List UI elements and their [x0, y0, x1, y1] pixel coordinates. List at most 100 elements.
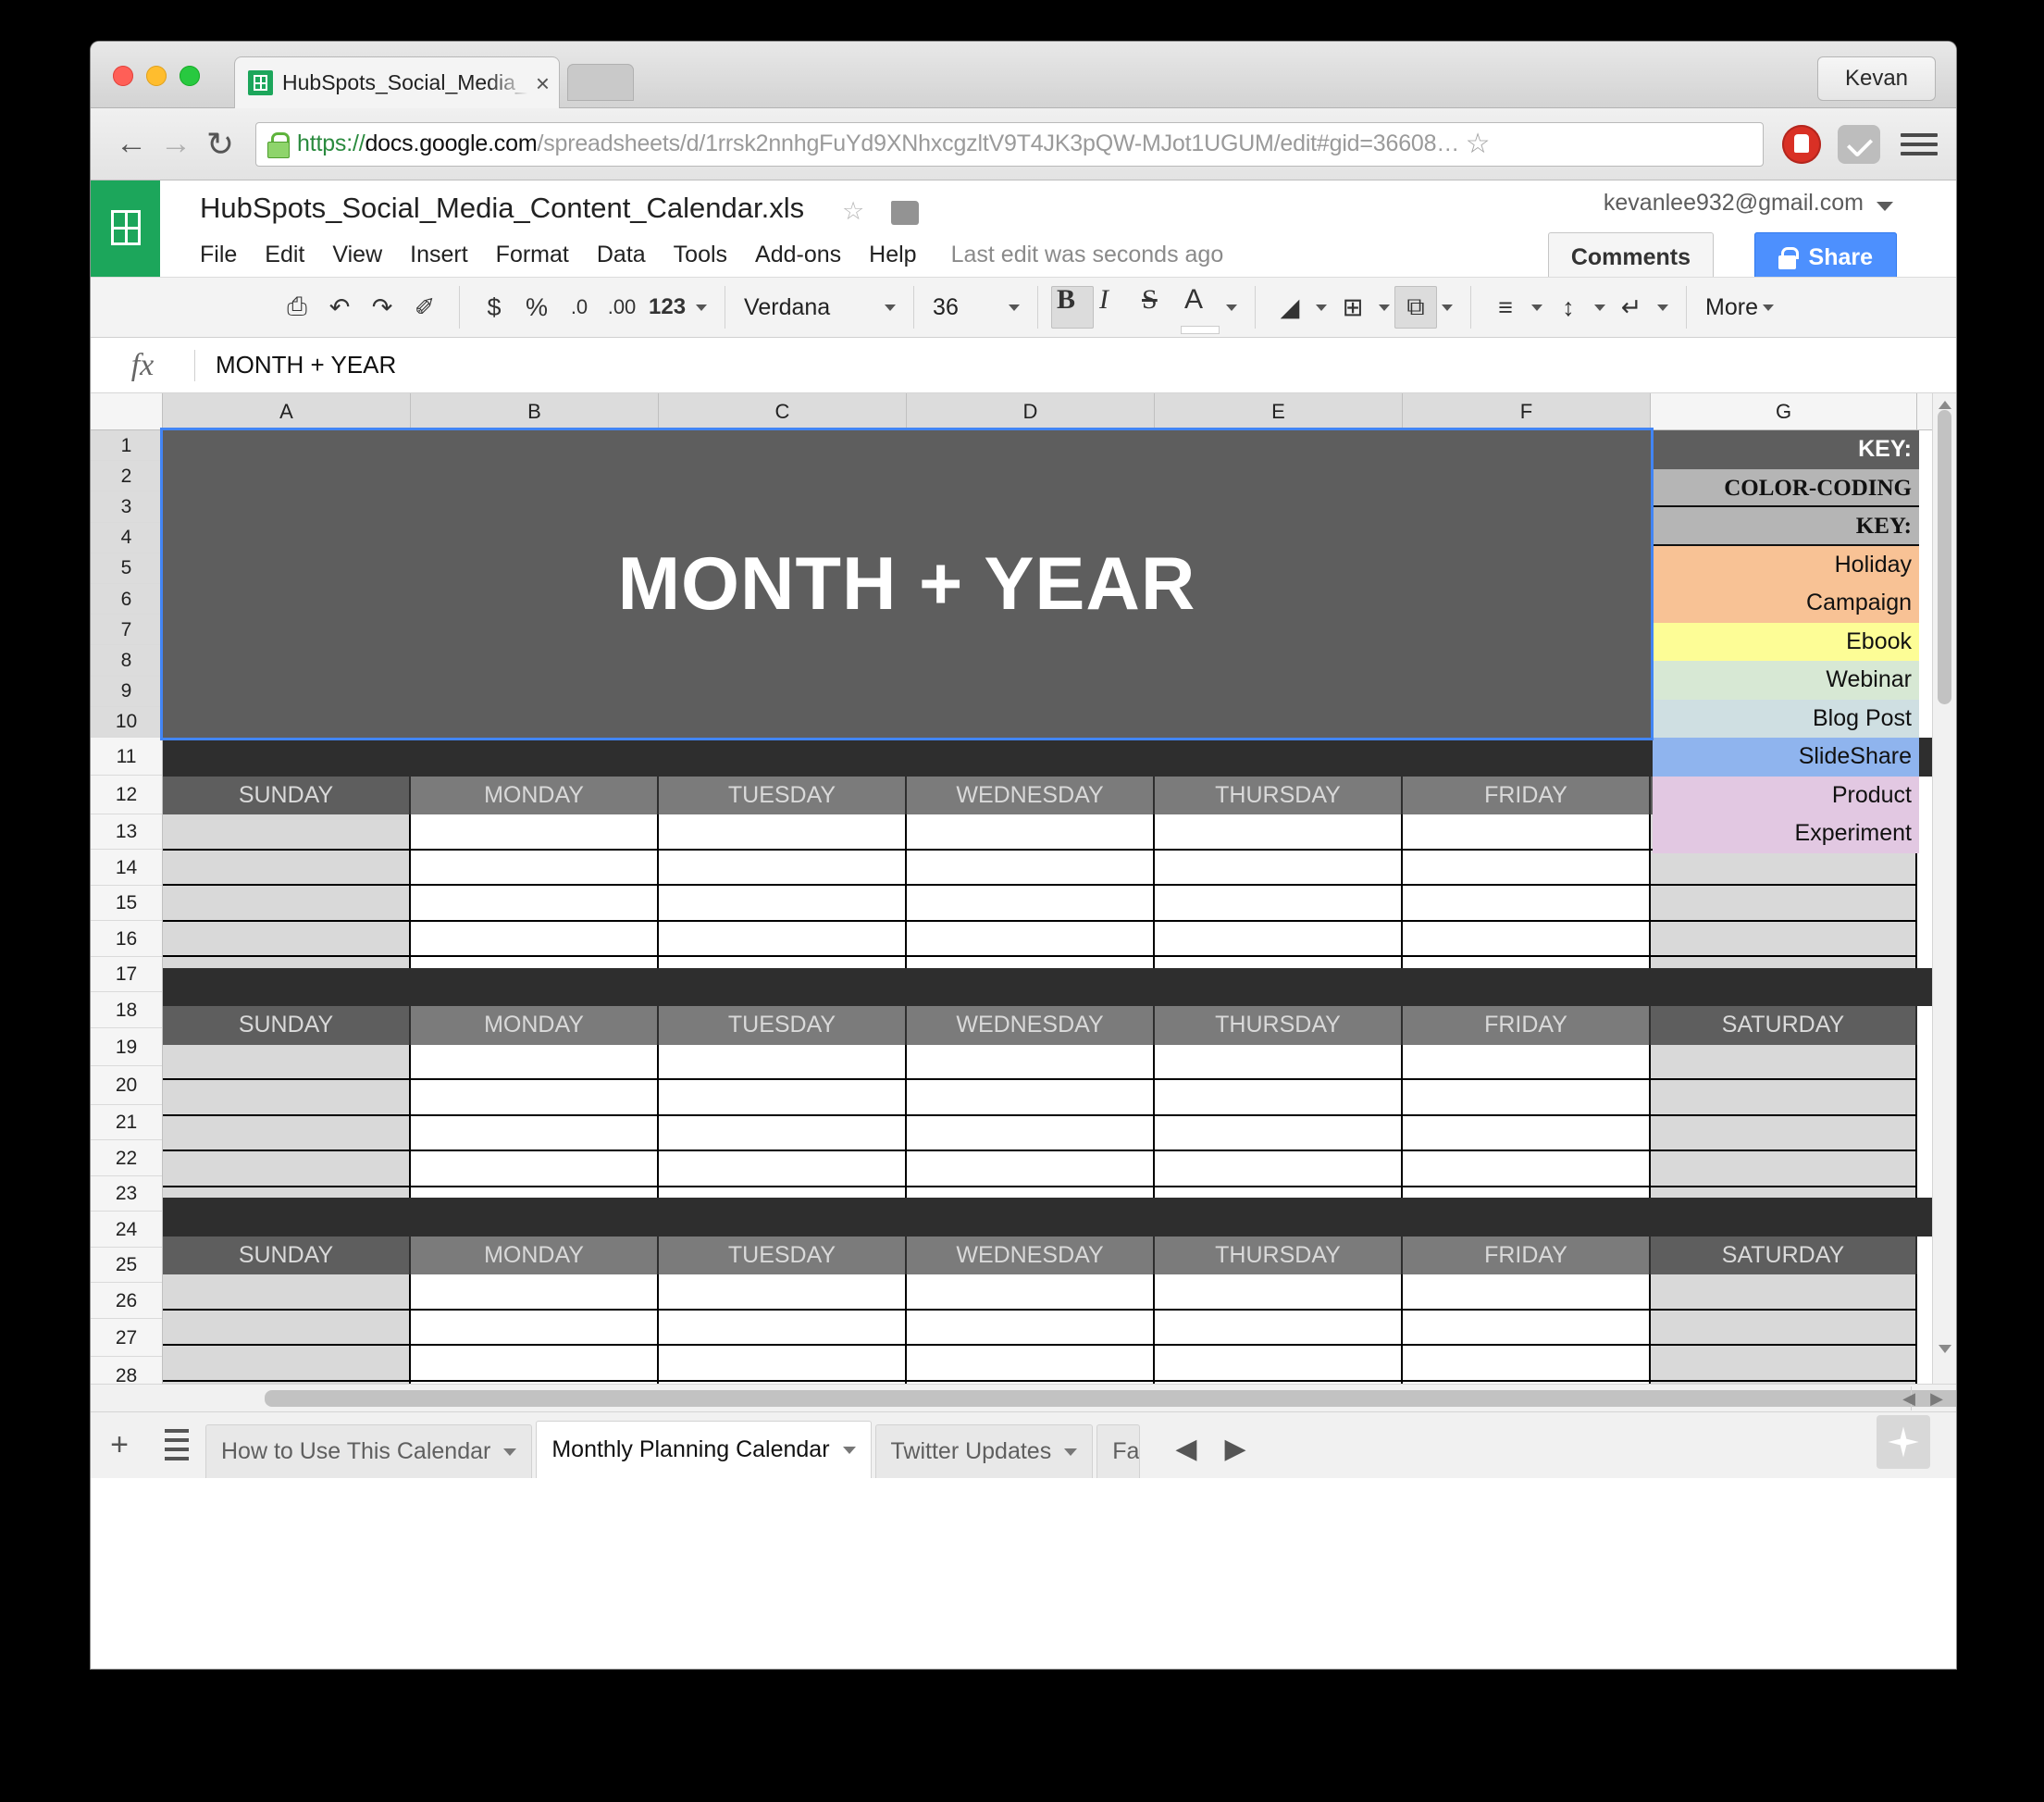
print-icon[interactable]: ⎙	[276, 286, 318, 329]
column-header-b[interactable]: B	[411, 393, 659, 429]
row-header-23[interactable]: 23	[91, 1175, 162, 1212]
day-header-friday[interactable]: FRIDAY	[1403, 1006, 1651, 1045]
font-family-select[interactable]: Verdana	[738, 286, 900, 329]
menu-addons[interactable]: Add-ons	[741, 238, 855, 272]
calendar-cell[interactable]	[1403, 1044, 1651, 1080]
horizontal-align-icon[interactable]: ≡	[1484, 286, 1527, 329]
horizontal-scroll-thumb[interactable]	[265, 1390, 1956, 1407]
key-row-3[interactable]: Holiday	[1653, 545, 1919, 584]
calendar-cell[interactable]	[1651, 1346, 1917, 1382]
day-header-tuesday[interactable]: TUESDAY	[659, 776, 907, 814]
calendar-cell[interactable]	[659, 921, 907, 957]
day-header-wednesday[interactable]: WEDNESDAY	[907, 1006, 1155, 1045]
address-bar[interactable]: https://docs.google.com/spreadsheets/d/1…	[255, 121, 1764, 167]
day-header-sunday[interactable]: SUNDAY	[163, 1236, 411, 1274]
menu-insert[interactable]: Insert	[396, 238, 482, 272]
more-formats-icon[interactable]: 123	[643, 286, 691, 329]
new-tab-button[interactable]	[567, 64, 634, 101]
borders-chevron-down-icon[interactable]	[1374, 286, 1394, 329]
key-row-4[interactable]: Campaign	[1653, 584, 1919, 623]
close-window-button[interactable]	[113, 66, 133, 86]
calendar-cell[interactable]	[1651, 1080, 1917, 1116]
menu-view[interactable]: View	[318, 238, 396, 272]
bookmark-star-icon[interactable]: ☆	[1459, 128, 1496, 160]
sheet-tab-1[interactable]: Monthly Planning Calendar	[536, 1421, 872, 1478]
day-header-thursday[interactable]: THURSDAY	[1155, 776, 1403, 814]
calendar-cell[interactable]	[1403, 1274, 1651, 1311]
calendar-cell[interactable]	[659, 1044, 907, 1080]
vertical-align-chevron-down-icon[interactable]	[1590, 286, 1610, 329]
calendar-cell[interactable]	[1403, 921, 1651, 957]
day-header-saturday[interactable]: SATURDAY	[1651, 1006, 1917, 1045]
calendar-cell[interactable]	[1651, 921, 1917, 957]
calendar-cell[interactable]	[1155, 814, 1403, 851]
row-header-16[interactable]: 16	[91, 921, 162, 957]
calendar-cell[interactable]	[1155, 921, 1403, 957]
calendar-cell[interactable]	[907, 1151, 1155, 1187]
calendar-cell[interactable]	[659, 814, 907, 851]
function-icon[interactable]: fx	[91, 348, 194, 383]
calendar-cell[interactable]	[1155, 1310, 1403, 1346]
more-formats-chevron-down-icon[interactable]	[691, 286, 712, 329]
star-document-icon[interactable]: ☆	[842, 197, 864, 226]
day-header-monday[interactable]: MONDAY	[411, 776, 659, 814]
row-header-27[interactable]: 27	[91, 1318, 162, 1358]
browser-menu-icon[interactable]	[1901, 132, 1938, 155]
day-header-wednesday[interactable]: WEDNESDAY	[907, 776, 1155, 814]
row-header-12[interactable]: 12	[91, 776, 162, 814]
calendar-cell[interactable]	[163, 1346, 411, 1382]
calendar-cell[interactable]	[1155, 1151, 1403, 1187]
italic-icon[interactable]: I	[1094, 286, 1136, 329]
calendar-cell[interactable]	[1651, 1274, 1917, 1311]
horizontal-align-chevron-down-icon[interactable]	[1527, 286, 1547, 329]
next-sheet-icon[interactable]: ▶	[1224, 1433, 1245, 1465]
close-tab-icon[interactable]: ×	[536, 71, 550, 95]
more-toolbar-button[interactable]: More	[1700, 294, 1758, 321]
move-to-folder-icon[interactable]	[891, 201, 919, 225]
calendar-cell[interactable]	[1651, 1115, 1917, 1151]
column-header-e[interactable]: E	[1155, 393, 1403, 429]
day-header-sunday[interactable]: SUNDAY	[163, 776, 411, 814]
row-header-17[interactable]: 17	[91, 956, 162, 993]
menu-file[interactable]: File	[200, 238, 251, 272]
calendar-cell[interactable]	[1403, 850, 1651, 886]
calendar-cell[interactable]	[411, 850, 659, 886]
sheets-logo-icon[interactable]	[91, 180, 160, 277]
increase-decimal-icon[interactable]: .00	[601, 286, 643, 329]
maximize-window-button[interactable]	[180, 66, 200, 86]
calendar-cell[interactable]	[411, 814, 659, 851]
forward-icon[interactable]: →	[154, 126, 198, 162]
menu-tools[interactable]: Tools	[660, 238, 741, 272]
key-row-2[interactable]: KEY:	[1653, 507, 1919, 546]
day-header-saturday[interactable]: SATURDAY	[1651, 1236, 1917, 1274]
column-header-d[interactable]: D	[907, 393, 1155, 429]
day-header-wednesday[interactable]: WEDNESDAY	[907, 1236, 1155, 1274]
row-header-11[interactable]: 11	[91, 737, 162, 777]
calendar-cell[interactable]	[907, 921, 1155, 957]
font-size-select[interactable]: 36	[927, 286, 1024, 329]
sheet-tab-chevron-down-icon[interactable]	[842, 1446, 856, 1454]
calendar-cell[interactable]	[163, 1310, 411, 1346]
menu-edit[interactable]: Edit	[251, 238, 318, 272]
vertical-scrollbar[interactable]	[1932, 393, 1956, 1384]
calendar-cell[interactable]	[1651, 1310, 1917, 1346]
calendar-cell[interactable]	[1403, 1151, 1651, 1187]
row-header-22[interactable]: 22	[91, 1140, 162, 1176]
vertical-align-icon[interactable]: ↕	[1547, 286, 1590, 329]
calendar-cell[interactable]	[1651, 886, 1917, 922]
row-header-1[interactable]: 1	[91, 430, 162, 462]
day-header-thursday[interactable]: THURSDAY	[1155, 1006, 1403, 1045]
font-family-chevron-down-icon[interactable]	[880, 286, 900, 329]
month-year-banner-cell[interactable]: MONTH + YEAR	[163, 430, 1651, 738]
calendar-cell[interactable]	[659, 1310, 907, 1346]
row-header-24[interactable]: 24	[91, 1212, 162, 1248]
calendar-cell[interactable]	[411, 1274, 659, 1311]
calendar-cell[interactable]	[1155, 1274, 1403, 1311]
day-header-tuesday[interactable]: TUESDAY	[659, 1236, 907, 1274]
formula-input[interactable]: MONTH + YEAR	[195, 351, 396, 379]
day-header-monday[interactable]: MONDAY	[411, 1236, 659, 1274]
currency-format-icon[interactable]: $	[473, 286, 515, 329]
calendar-cell[interactable]	[1403, 886, 1651, 922]
calendar-cell[interactable]	[659, 1115, 907, 1151]
text-wrap-chevron-down-icon[interactable]	[1653, 286, 1673, 329]
